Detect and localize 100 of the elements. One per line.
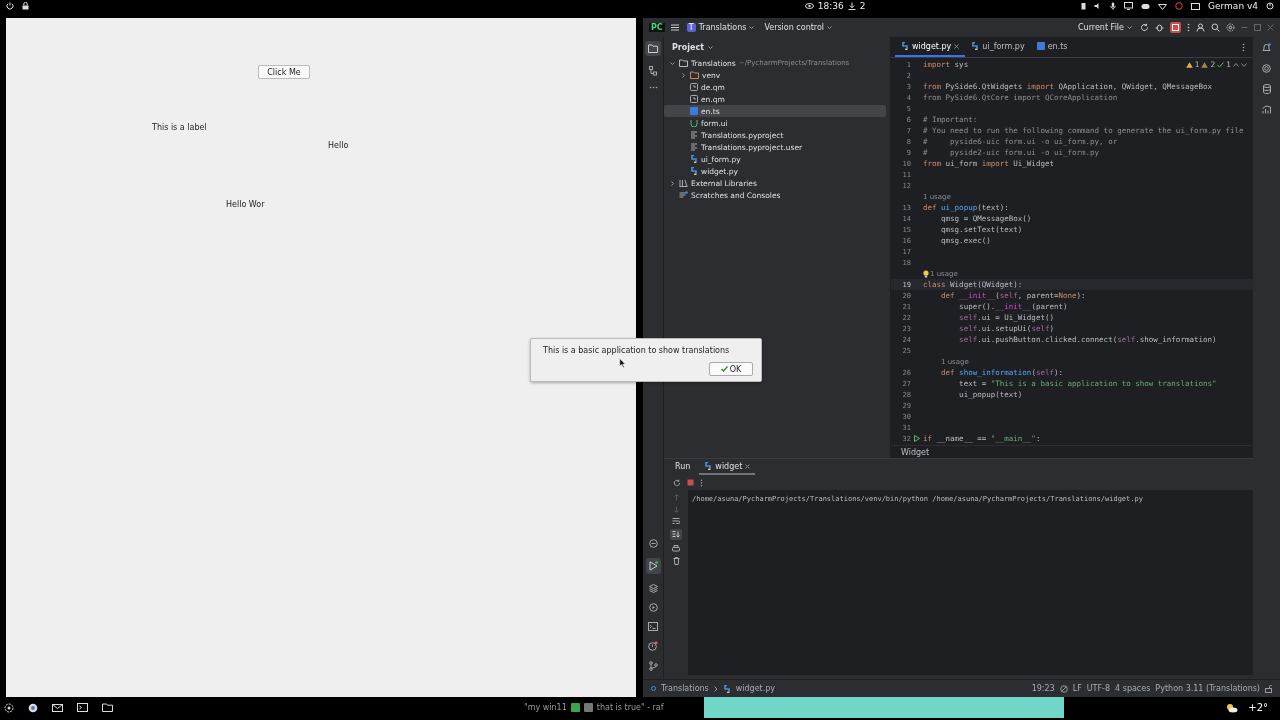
person-icon[interactable]: [1196, 23, 1205, 32]
chevron-icon[interactable]: [670, 180, 675, 186]
settings-icon[interactable]: [1226, 23, 1235, 32]
folder-icon[interactable]: [645, 41, 661, 56]
project-selector[interactable]: T Translations: [684, 23, 757, 32]
editor-tab[interactable]: ui_form.py: [965, 37, 1031, 57]
unlock-icon[interactable]: [1265, 684, 1272, 693]
bug-icon[interactable]: [1155, 23, 1164, 32]
maximize-icon[interactable]: [1254, 24, 1261, 31]
folder-icon[interactable]: [102, 703, 113, 712]
python-icon: [901, 42, 909, 50]
breadcrumb-item[interactable]: Translations: [661, 684, 709, 693]
caret-icon: [1127, 26, 1132, 29]
caret-icon: [827, 26, 833, 29]
quote-text: that is true" - raf: [596, 703, 664, 712]
browser-icon[interactable]: [28, 702, 38, 713]
python-icon: [722, 684, 731, 693]
stop-button[interactable]: [1170, 22, 1181, 33]
soft-wrap-icon[interactable]: [672, 518, 680, 524]
download-icon[interactable]: [847, 2, 856, 10]
run-icon[interactable]: [914, 435, 920, 442]
breadcrumb-item[interactable]: widget.py: [735, 684, 776, 693]
structure-icon[interactable]: [649, 66, 657, 76]
file-encoding[interactable]: UTF-8: [1086, 684, 1111, 693]
database-icon[interactable]: [1262, 84, 1271, 94]
monitor-icon[interactable]: [1124, 2, 1134, 10]
minimize-icon[interactable]: [1241, 24, 1248, 31]
terminal-icon[interactable]: [648, 622, 658, 631]
run-config-selector[interactable]: Current File: [1076, 23, 1134, 32]
branch-icon[interactable]: [648, 661, 658, 671]
close-icon[interactable]: [745, 463, 751, 469]
editor-tab[interactable]: widget.py: [895, 37, 966, 57]
gear-icon[interactable]: [4, 702, 14, 713]
gamepad-icon[interactable]: [1141, 2, 1151, 10]
layers-icon[interactable]: [648, 584, 658, 593]
stop-icon: [1172, 24, 1179, 31]
caret-icon[interactable]: [708, 45, 714, 49]
chevron-down-icon[interactable]: [1241, 62, 1247, 67]
quote-text: "my win11: [524, 703, 567, 712]
message-text: This is a basic application to show translations: [543, 346, 730, 355]
python-icon: [704, 462, 713, 470]
play-circle-icon[interactable]: [648, 603, 658, 612]
trash-icon[interactable]: [672, 557, 680, 565]
chart-icon[interactable]: [1262, 105, 1271, 114]
text-label: Hello Wor: [226, 200, 265, 209]
breadcrumb[interactable]: Widget: [901, 447, 930, 457]
run-tab[interactable]: widget: [699, 459, 756, 475]
stop-icon[interactable]: [687, 479, 694, 486]
python-icon: [690, 167, 698, 175]
eye-icon[interactable]: [804, 3, 814, 9]
chevron-up-icon[interactable]: [1233, 62, 1239, 67]
close-icon[interactable]: [954, 43, 960, 49]
interpreter[interactable]: Python 3.11 (Translations): [1155, 684, 1260, 693]
text-label: Hello: [328, 141, 349, 150]
scroll-to-end-icon[interactable]: [670, 529, 682, 540]
menu-icon[interactable]: [670, 24, 679, 31]
caret-position[interactable]: 19:23: [1031, 684, 1055, 693]
panel-title[interactable]: Project: [672, 42, 705, 52]
lock-icon[interactable]: [22, 2, 29, 10]
keyboard-icon[interactable]: [1191, 2, 1201, 10]
editor-tab[interactable]: en.ts: [1030, 37, 1074, 57]
power-icon[interactable]: [1266, 2, 1274, 10]
bell-icon[interactable]: [1262, 43, 1271, 53]
check-icon: [720, 366, 728, 372]
ts-file-icon: [1036, 42, 1045, 50]
click-me-button[interactable]: Click Me: [258, 65, 310, 79]
printer-icon[interactable]: [672, 545, 680, 552]
close-icon[interactable]: [1267, 24, 1274, 31]
ts-file-icon: [690, 107, 698, 115]
more-icon[interactable]: [700, 478, 703, 487]
no-edit-icon[interactable]: [1059, 684, 1068, 693]
indent-setting[interactable]: 4 spaces: [1115, 684, 1151, 693]
python-console-icon[interactable]: [648, 539, 658, 548]
ok-button[interactable]: OK: [709, 362, 753, 376]
wifi-icon[interactable]: [1158, 2, 1168, 10]
clock: 18:36: [817, 1, 844, 11]
run-tab[interactable]: Run: [670, 459, 696, 475]
scratch-icon: [679, 191, 688, 199]
line-separator[interactable]: LF: [1072, 684, 1082, 693]
rerun-icon[interactable]: [673, 478, 681, 487]
keyboard-layout[interactable]: German v4: [1208, 1, 1258, 11]
text-label: This is a label: [152, 123, 207, 132]
alert-circle-icon[interactable]: [1175, 2, 1184, 10]
search-icon[interactable]: [1211, 23, 1220, 32]
check-icon[interactable]: [1217, 61, 1225, 68]
weather-icon[interactable]: [1225, 702, 1239, 713]
run-icon[interactable]: [645, 558, 661, 574]
mail-icon[interactable]: [52, 703, 63, 712]
text-file-icon: [690, 131, 698, 139]
text-file-icon: [690, 143, 698, 151]
spiral-icon[interactable]: [1262, 64, 1271, 73]
battery-icon[interactable]: [1081, 2, 1087, 10]
microphone-icon[interactable]: [1110, 2, 1117, 10]
rerun-icon[interactable]: [1140, 23, 1149, 32]
power-icon[interactable]: [6, 2, 14, 10]
temperature: +2°: [1248, 702, 1268, 713]
problems-icon[interactable]: [648, 641, 658, 651]
project-icon: [651, 686, 656, 691]
lightbulb-icon[interactable]: [923, 269, 929, 278]
vcs-menu[interactable]: Version control: [762, 23, 835, 32]
